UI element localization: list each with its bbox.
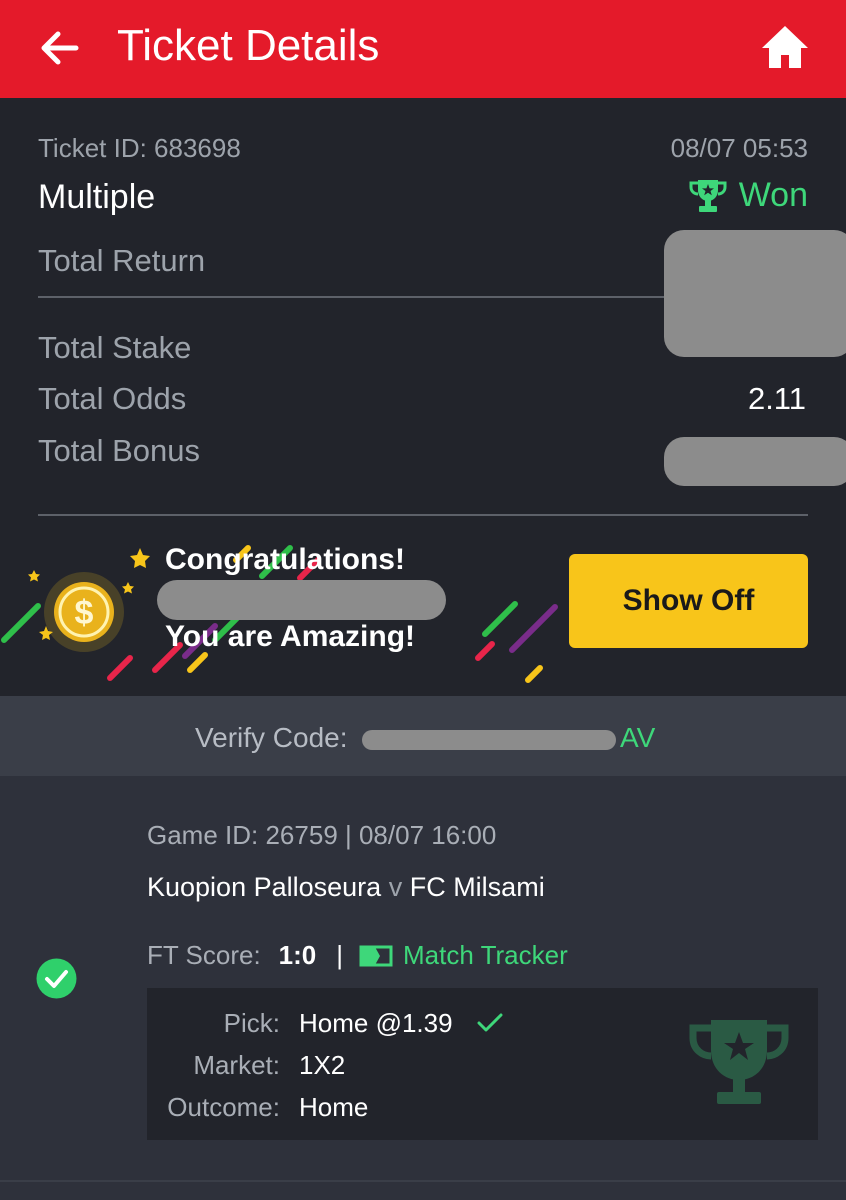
pick-details-box: Pick: Home @1.39 Market: 1X2 Outcome: Ho… (147, 988, 818, 1140)
ticket-id: Ticket ID: 683698 (38, 133, 241, 163)
check-icon (477, 1013, 503, 1032)
outcome-label: Outcome: (167, 1092, 280, 1122)
trophy-watermark-icon (689, 1020, 789, 1104)
status-label: Won (738, 176, 808, 214)
ft-score-value: 1:0 (278, 940, 317, 970)
total-return-label: Total Return (38, 243, 206, 278)
congrats-heading: Congratulations! (165, 543, 405, 576)
ticket-datetime: 08/07 05:53 (670, 133, 808, 163)
verify-code-visible: AV (620, 722, 656, 753)
bet-type: Multiple (38, 178, 156, 216)
versus-label: v (388, 872, 403, 902)
match-tracker-icon[interactable] (359, 945, 393, 967)
home-team: Kuopion Palloseura (147, 872, 382, 902)
match-tracker-link[interactable]: Match Tracker (403, 940, 568, 971)
trophy-icon (689, 179, 727, 212)
away-team: FC Milsami (409, 872, 545, 902)
verify-code-label: Verify Code: (195, 722, 348, 753)
show-off-button[interactable]: Show Off (569, 554, 808, 648)
ticket-status: Won (689, 176, 808, 215)
total-odds-value: 2.11 (747, 381, 806, 416)
total-bonus-label: Total Bonus (38, 433, 200, 468)
svg-text:$: $ (75, 594, 94, 632)
home-icon[interactable] (760, 24, 810, 70)
page-title: Ticket Details (117, 21, 380, 70)
ft-score-label: FT Score: (147, 940, 261, 970)
divider (38, 514, 808, 516)
check-circle-icon (36, 958, 77, 999)
outcome-value: Home (299, 1092, 369, 1122)
app-header: Ticket Details (0, 0, 846, 98)
verify-code-value: AV (362, 722, 655, 754)
divider (0, 1180, 846, 1182)
pick-value-text: Home @1.39 (299, 1008, 453, 1038)
dollar-coin-icon: $ (44, 572, 124, 652)
market-value: 1X2 (299, 1050, 346, 1080)
ft-score-row: FT Score: 1:0 | Match Tracker (147, 940, 568, 971)
redacted-verify-code (362, 729, 616, 750)
redacted-username (157, 580, 446, 620)
pick-value: Home @1.39 (299, 1008, 504, 1039)
pick-label: Pick: (223, 1008, 280, 1038)
match-teams: Kuopion Palloseura v FC Milsami (147, 872, 545, 903)
separator: | (336, 940, 344, 970)
redacted-bonus (664, 437, 846, 486)
congrats-subheading: You are Amazing! (165, 620, 416, 653)
game-id: Game ID: 26759 | 08/07 16:00 (147, 820, 497, 850)
total-odds-label: Total Odds (38, 381, 187, 416)
market-label: Market: (193, 1050, 280, 1080)
arrow-left-icon[interactable] (36, 24, 84, 72)
total-stake-label: Total Stake (38, 330, 192, 365)
redacted-amount (664, 230, 846, 357)
